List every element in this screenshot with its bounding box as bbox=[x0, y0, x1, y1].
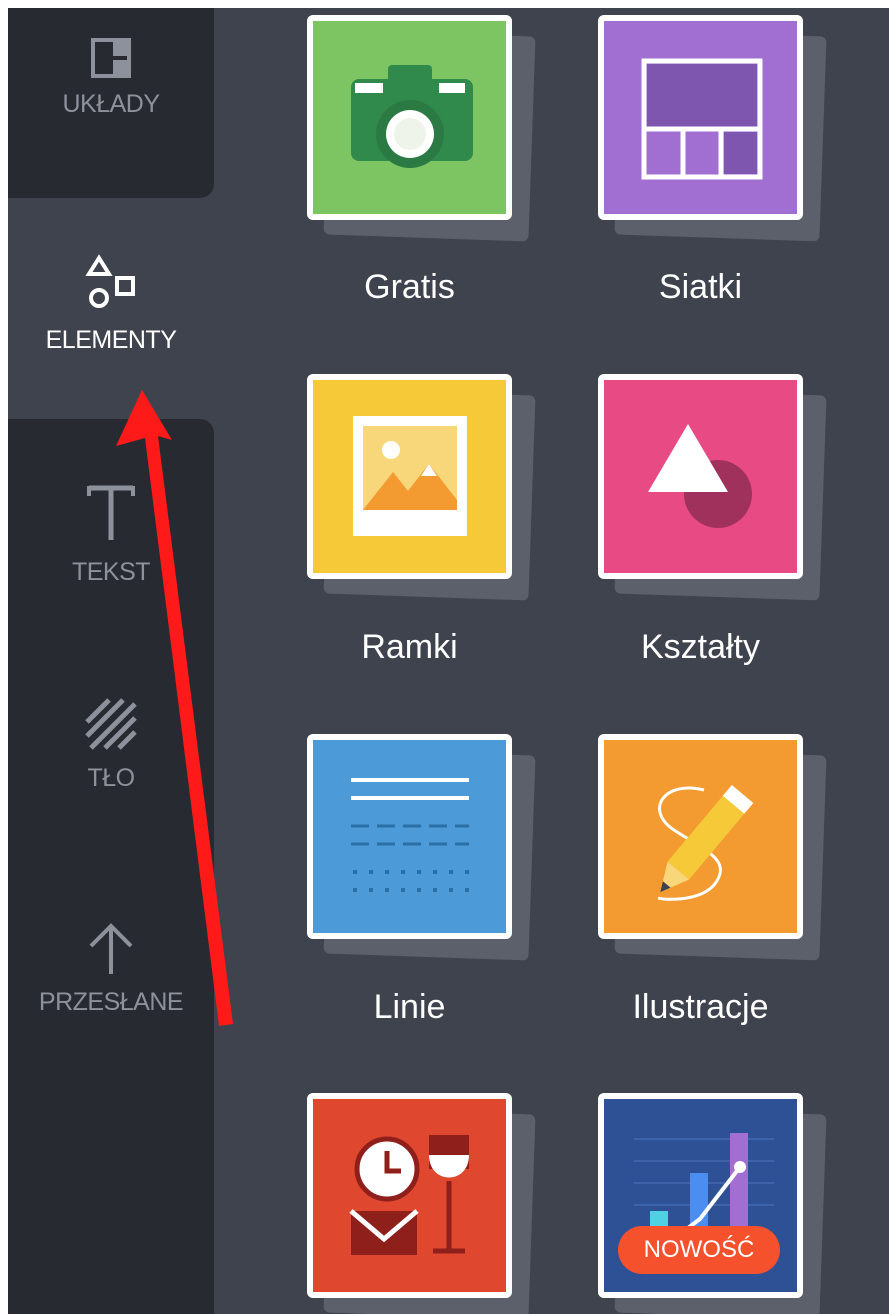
layout-icon bbox=[91, 38, 131, 78]
tile-card bbox=[598, 734, 803, 939]
new-badge: NOWOŚĆ bbox=[618, 1226, 780, 1274]
grid-icon bbox=[604, 21, 797, 214]
camera-icon bbox=[313, 21, 506, 214]
sidebar-item-label: PRZESŁANE bbox=[38, 988, 184, 1016]
tile-label: Linie bbox=[373, 988, 446, 1026]
sidebar-item-label: UKŁADY bbox=[62, 90, 160, 118]
sidebar-item-label: TEKST bbox=[71, 558, 151, 586]
sidebar-item-background[interactable]: TŁO bbox=[8, 694, 214, 793]
clock-wine-icon bbox=[313, 1099, 506, 1292]
tile-label: Ilustracje bbox=[632, 988, 769, 1026]
pencil-icon bbox=[604, 740, 797, 933]
sidebar-item-layouts[interactable]: UKŁADY bbox=[8, 36, 214, 119]
sidebar-item-label: ELEMENTY bbox=[45, 326, 177, 354]
tile-label: Gratis bbox=[364, 268, 455, 306]
tile-card bbox=[307, 15, 512, 220]
tile-free[interactable] bbox=[307, 15, 536, 242]
sidebar: UKŁADY ELEMENTY TEKST TŁO PRZESŁANE bbox=[8, 8, 214, 1314]
tile-shapes[interactable] bbox=[598, 374, 827, 601]
background-icon bbox=[85, 698, 137, 750]
tile-card bbox=[307, 374, 512, 579]
tile-grids[interactable] bbox=[598, 15, 827, 242]
tile-lines[interactable] bbox=[307, 734, 536, 961]
tile-charts[interactable]: NOWOŚĆ bbox=[598, 1093, 827, 1314]
tile-card bbox=[598, 15, 803, 220]
frame-icon bbox=[313, 380, 506, 573]
tile-label: Kształty bbox=[640, 628, 761, 666]
tile-label: Siatki bbox=[658, 268, 743, 306]
text-icon bbox=[87, 485, 135, 540]
left-edge bbox=[0, 0, 8, 1314]
sidebar-item-label: TŁO bbox=[87, 764, 135, 792]
shapes-icon bbox=[85, 254, 135, 308]
sidebar-item-uploads[interactable]: PRZESŁANE bbox=[8, 918, 214, 1017]
sidebar-item-elements[interactable]: ELEMENTY bbox=[8, 254, 214, 355]
tile-label: Ramki bbox=[361, 628, 458, 666]
top-edge bbox=[0, 0, 889, 8]
lines-icon bbox=[313, 740, 506, 933]
tile-icons[interactable] bbox=[307, 1093, 536, 1314]
tile-frames[interactable] bbox=[307, 374, 536, 601]
sidebar-item-text[interactable]: TEKST bbox=[8, 476, 214, 587]
tile-card bbox=[598, 374, 803, 579]
upload-icon bbox=[89, 923, 133, 974]
tile-illustrations[interactable] bbox=[598, 734, 827, 961]
tile-card bbox=[307, 734, 512, 939]
tile-card bbox=[307, 1093, 512, 1298]
triangle-circle-icon bbox=[604, 380, 797, 573]
